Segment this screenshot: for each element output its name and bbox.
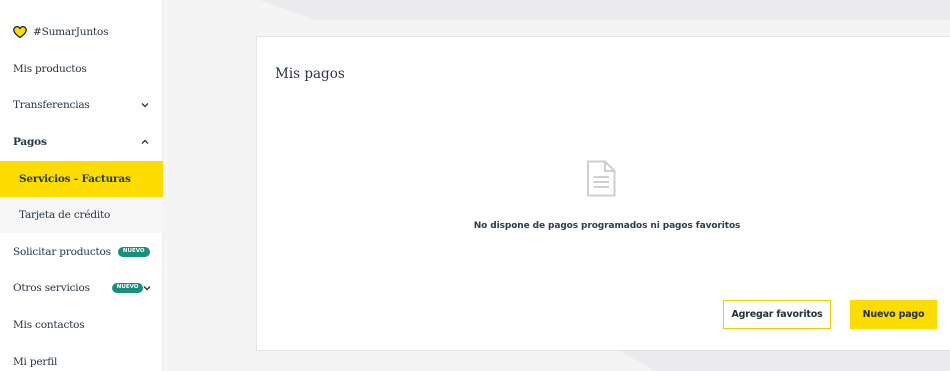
sidebar-item-tarjeta-credito[interactable]: Tarjeta de crédito	[0, 197, 163, 233]
sidebar-item-label: Transferencias	[13, 99, 90, 111]
sidebar-item-label: Mis productos	[13, 63, 87, 75]
sidebar-item-mis-productos[interactable]: Mis productos	[0, 51, 163, 87]
add-favorites-button[interactable]: Agregar favoritos	[723, 300, 831, 329]
sidebar-item-label: Mis contactos	[13, 319, 85, 331]
sidebar-item-label: Otros servicios	[13, 282, 90, 294]
background-decoration	[618, 350, 950, 371]
chevron-up-icon	[141, 137, 149, 148]
empty-state-message: No dispone de pagos programados ni pagos…	[473, 221, 741, 231]
sidebar: #SumarJuntos Mis productos Transferencia…	[0, 0, 163, 371]
new-badge: NUEVO	[111, 283, 144, 293]
sidebar-item-mi-perfil[interactable]: Mi perfil	[0, 344, 163, 371]
chevron-down-icon	[143, 283, 151, 294]
sidebar-item-servicios-facturas[interactable]: Servicios - Facturas	[0, 161, 163, 197]
page-title: Mis pagos	[275, 66, 345, 82]
sidebar-item-label: Servicios - Facturas	[19, 173, 131, 185]
new-badge: NUEVO	[117, 247, 150, 257]
sidebar-item-sumar-juntos[interactable]: #SumarJuntos	[0, 14, 163, 50]
heart-icon	[13, 25, 27, 39]
sidebar-item-pagos[interactable]: Pagos	[0, 124, 163, 160]
background-decoration	[260, 0, 950, 20]
chevron-down-icon	[141, 100, 149, 111]
payments-card: Mis pagos No dispone de pagos programado…	[256, 36, 950, 351]
sidebar-item-label: #SumarJuntos	[33, 26, 109, 38]
sidebar-item-solicitar-productos[interactable]: Solicitar productos NUEVO	[0, 234, 163, 270]
new-payment-button[interactable]: Nuevo pago	[850, 300, 937, 329]
sidebar-item-label: Mi perfil	[13, 356, 58, 368]
sidebar-item-label: Pagos	[13, 136, 47, 148]
sidebar-item-label: Solicitar productos	[13, 246, 111, 258]
sidebar-item-otros-servicios[interactable]: Otros servicios NUEVO	[0, 270, 163, 306]
sidebar-item-transferencias[interactable]: Transferencias	[0, 87, 163, 123]
document-icon	[586, 160, 616, 197]
sidebar-item-mis-contactos[interactable]: Mis contactos	[0, 307, 163, 343]
sidebar-item-label: Tarjeta de crédito	[19, 209, 111, 221]
